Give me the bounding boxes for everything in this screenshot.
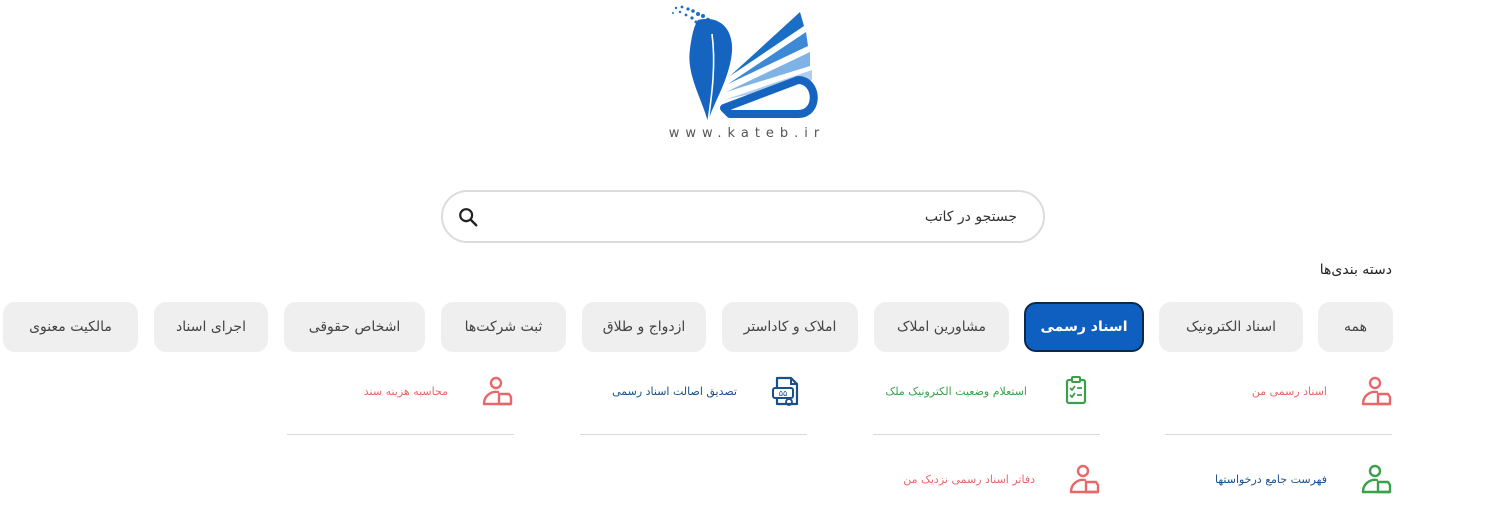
service-label: محاسبه هزینه سند (363, 384, 448, 398)
service-label: استعلام وضعیت الکترونیک ملک (885, 384, 1027, 398)
tab-marriage-divorce[interactable]: ازدواج و طلاق (582, 302, 706, 352)
person-document-icon (1069, 464, 1100, 494)
service-requests-list[interactable]: فهرست جامع درخواستها (1215, 462, 1393, 496)
tab-legal-entities[interactable]: اشخاص حقوقی (284, 302, 425, 352)
svg-text:۵۵: ۵۵ (779, 389, 788, 398)
logo-caption: www.kateb.ir (668, 126, 826, 141)
tab-real-estate-consultants[interactable]: مشاورین املاک (874, 302, 1009, 352)
service-label: دفاتر اسناد رسمی نزدیک من (903, 472, 1035, 486)
person-document-icon (1361, 464, 1392, 494)
search-icon[interactable] (457, 206, 479, 228)
person-document-icon (1361, 376, 1392, 406)
tab-properties-cadastre[interactable]: املاک و کاداستر (722, 302, 858, 352)
kateb-logo[interactable] (668, 4, 820, 146)
categories-heading: دسته بندی‌ها (1319, 262, 1392, 278)
clipboard-check-icon (1065, 376, 1087, 405)
divider (287, 434, 514, 435)
service-label: اسناد رسمی من (1251, 384, 1327, 398)
divider (873, 434, 1100, 435)
divider (580, 434, 807, 435)
tab-all[interactable]: همه (1318, 302, 1393, 352)
service-document-authenticity[interactable]: ۵۵ تصدیق اصالت اسناد رسمی (612, 374, 803, 408)
tab-official-documents[interactable]: اسناد رسمی (1024, 302, 1144, 352)
divider (1165, 434, 1392, 435)
service-my-official-documents[interactable]: اسناد رسمی من (1252, 374, 1393, 408)
document-seal-icon: ۵۵ (772, 376, 799, 406)
tab-intellectual-property[interactable]: مالکیت معنوی (3, 302, 138, 352)
service-label: فهرست جامع درخواستها (1214, 472, 1327, 486)
search-bar[interactable] (441, 190, 1045, 243)
service-label: تصدیق اصالت اسناد رسمی (612, 384, 737, 398)
tab-electronic-documents[interactable]: اسناد الکترونیک (1159, 302, 1303, 352)
person-document-icon (482, 376, 513, 406)
service-document-cost-calculation[interactable]: محاسبه هزینه سند (364, 374, 514, 408)
search-input[interactable] (503, 192, 1019, 241)
tab-document-enforcement[interactable]: اجرای اسناد (154, 302, 268, 352)
service-nearby-notary-offices[interactable]: دفاتر اسناد رسمی نزدیک من (903, 462, 1101, 496)
tab-company-registration[interactable]: ثبت شرکت‌ها (441, 302, 566, 352)
service-property-status-inquiry[interactable]: استعلام وضعیت الکترونیک ملک (885, 374, 1093, 408)
